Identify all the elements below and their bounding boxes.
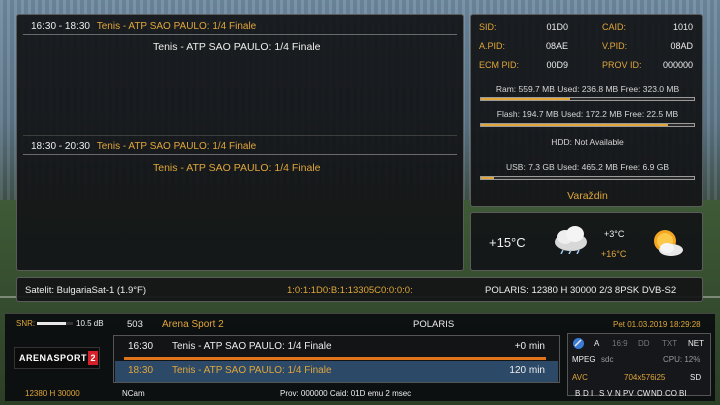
epg-item-description: Tenis - ATP SAO PAULO: 1/4 Finale	[153, 162, 321, 174]
usb-status: USB: 7.3 GB Used: 465.2 MB Free: 6.9 GB	[506, 162, 669, 172]
flash-status: Flash: 194.7 MB Used: 172.2 MB Free: 22.…	[496, 109, 679, 119]
epg-divider	[23, 34, 457, 35]
partly-sunny-icon	[654, 230, 683, 256]
vpid-label: V.PID:	[602, 41, 628, 51]
technical-info-box: A 16:9 DD TXT NET MPEG sdc CPU: 12% AVC …	[567, 333, 711, 396]
epg-divider	[23, 154, 457, 155]
weather-current-temp: +15°C	[489, 235, 526, 250]
snr-bar	[37, 322, 73, 325]
epg-item-description: Tenis - ATP SAO PAULO: 1/4 Finale	[153, 41, 321, 53]
provider-name: POLARIS	[413, 319, 455, 330]
ram-bar-fill	[481, 98, 571, 100]
cas-indicator: D	[583, 389, 589, 398]
snr-label: SNR:	[16, 319, 36, 328]
frequency-info: 12380 H 30000	[25, 389, 80, 398]
tech-badge-dd: DD	[638, 339, 650, 348]
tech-badge-audio: A	[594, 339, 600, 348]
flash-bar-fill	[481, 124, 669, 126]
channel-name: Arena Sport 2	[162, 319, 224, 330]
cas-indicator: S	[599, 389, 605, 398]
snr-value: 10.5 dB	[76, 319, 104, 328]
usb-bar	[480, 176, 695, 180]
cas-indicator: BI	[679, 389, 687, 398]
cas-indicator: CW	[637, 389, 651, 398]
ecmpid-value: 00D9	[546, 60, 568, 70]
epg-panel: 16:30 - 18:30 Tenis - ATP SAO PAULO: 1/4…	[16, 14, 464, 271]
cas-indicator: I	[591, 389, 594, 398]
cas-indicator: V	[607, 389, 613, 398]
cas-indicator: ND	[651, 389, 663, 398]
program-row-now[interactable]: 16:30 Tenis - ATP SAO PAULO: 1/4 Finale …	[114, 336, 559, 358]
tech-badge-net: NET	[688, 339, 704, 348]
epg-divider	[23, 135, 457, 136]
program-title: Tenis - ATP SAO PAULO: 1/4 Finale	[172, 365, 332, 376]
cas-indicator: N	[615, 389, 621, 398]
epg-item-title: Tenis - ATP SAO PAULO: 1/4 Finale	[96, 21, 257, 32]
codec-label: MPEG	[572, 355, 596, 364]
video-codec: AVC	[572, 373, 588, 382]
snr-bar-fill	[37, 322, 66, 325]
clock-datetime: Pet 01.03.2019 18:29:28	[613, 320, 701, 329]
program-remaining: +0 min	[514, 341, 545, 352]
epg-item[interactable]: 16:30 - 18:30 Tenis - ATP SAO PAULO: 1/4…	[31, 21, 256, 32]
transponder-info: POLARIS: 12380 H 30000 2/3 8PSK DVB-S2	[485, 285, 677, 296]
cam-name: NCam	[122, 389, 145, 398]
weather-panel: +15°C +3°C +16°C	[470, 212, 703, 271]
video-definition: SD	[690, 373, 702, 382]
program-title: Tenis - ATP SAO PAULO: 1/4 Finale	[172, 341, 332, 352]
epg-item-title: Tenis - ATP SAO PAULO: 1/4 Finale	[96, 141, 257, 152]
tech-badge-aspect: 16:9	[612, 339, 628, 348]
cas-indicator: PV	[623, 389, 634, 398]
caid-info: Prov: 000000 Caid: 01D emu 2 msec	[280, 389, 412, 398]
ram-bar	[480, 97, 695, 101]
program-remaining: 120 min	[509, 365, 545, 376]
caid-label: CAID:	[602, 22, 627, 32]
channel-logo: ARENASPORT 2	[14, 347, 100, 369]
epg-item[interactable]: 18:30 - 20:30 Tenis - ATP SAO PAULO: 1/4…	[31, 141, 256, 152]
caid-value: 1010	[672, 22, 693, 32]
ram-status: Ram: 559.7 MB Used: 236.8 MB Free: 323.0…	[495, 84, 680, 94]
channel-infobar: SNR: 10.5 dB 503 Arena Sport 2 POLARIS P…	[5, 313, 715, 401]
program-progress-bar	[124, 357, 546, 360]
now-next-list: 16:30 Tenis - ATP SAO PAULO: 1/4 Finale …	[113, 335, 560, 383]
cas-indicator: CO	[665, 389, 677, 398]
channel-number: 503	[127, 319, 143, 330]
satellite-name: Satelit: BulgariaSat-1 (1.9°F)	[25, 285, 147, 296]
logo-number: 2	[88, 351, 98, 365]
satellite-dish-icon	[573, 338, 584, 349]
sid-value: 01D0	[546, 22, 568, 32]
provid-value: 000000	[662, 60, 693, 70]
cas-indicators: B D I S V N PV CW ND CO BI	[575, 389, 715, 401]
sid-label: SID:	[479, 22, 497, 32]
program-time: 16:30	[128, 341, 154, 352]
video-resolution: 704x576i25	[624, 373, 666, 382]
apid-value: 08AE	[545, 41, 568, 51]
program-row-next[interactable]: 18:30 Tenis - ATP SAO PAULO: 1/4 Finale …	[115, 361, 558, 382]
epg-item-time: 18:30 - 20:30	[31, 141, 90, 152]
cpu-usage: CPU: 12%	[663, 355, 701, 364]
cloud-icon	[555, 226, 587, 254]
hdd-status: HDD: Not Available	[551, 137, 624, 147]
service-info-panel: SID: 01D0 CAID: 1010 A.PID: 08AE V.PID: …	[470, 14, 703, 207]
codec-value: sdc	[601, 355, 614, 364]
apid-label: A.PID:	[479, 41, 506, 51]
program-progress-fill	[124, 357, 546, 360]
tech-badge-txt: TXT	[662, 339, 678, 348]
weather-high-temp: +16°C	[601, 249, 627, 259]
vpid-value: 08AD	[670, 41, 693, 51]
weather-low-temp: +3°C	[604, 229, 625, 239]
epg-item-time: 16:30 - 18:30	[31, 21, 90, 32]
usb-bar-fill	[481, 177, 494, 179]
weather-city: Varaždin	[567, 190, 608, 202]
cas-indicator: B	[575, 389, 581, 398]
service-reference: 1:0:1:1D0:B:1:13305C0:0:0:0:	[287, 285, 413, 296]
flash-bar	[480, 123, 695, 127]
logo-text: ARENASPORT	[19, 353, 88, 363]
program-time: 18:30	[128, 365, 154, 376]
satellite-info-bar: Satelit: BulgariaSat-1 (1.9°F) 1:0:1:1D0…	[16, 277, 703, 302]
